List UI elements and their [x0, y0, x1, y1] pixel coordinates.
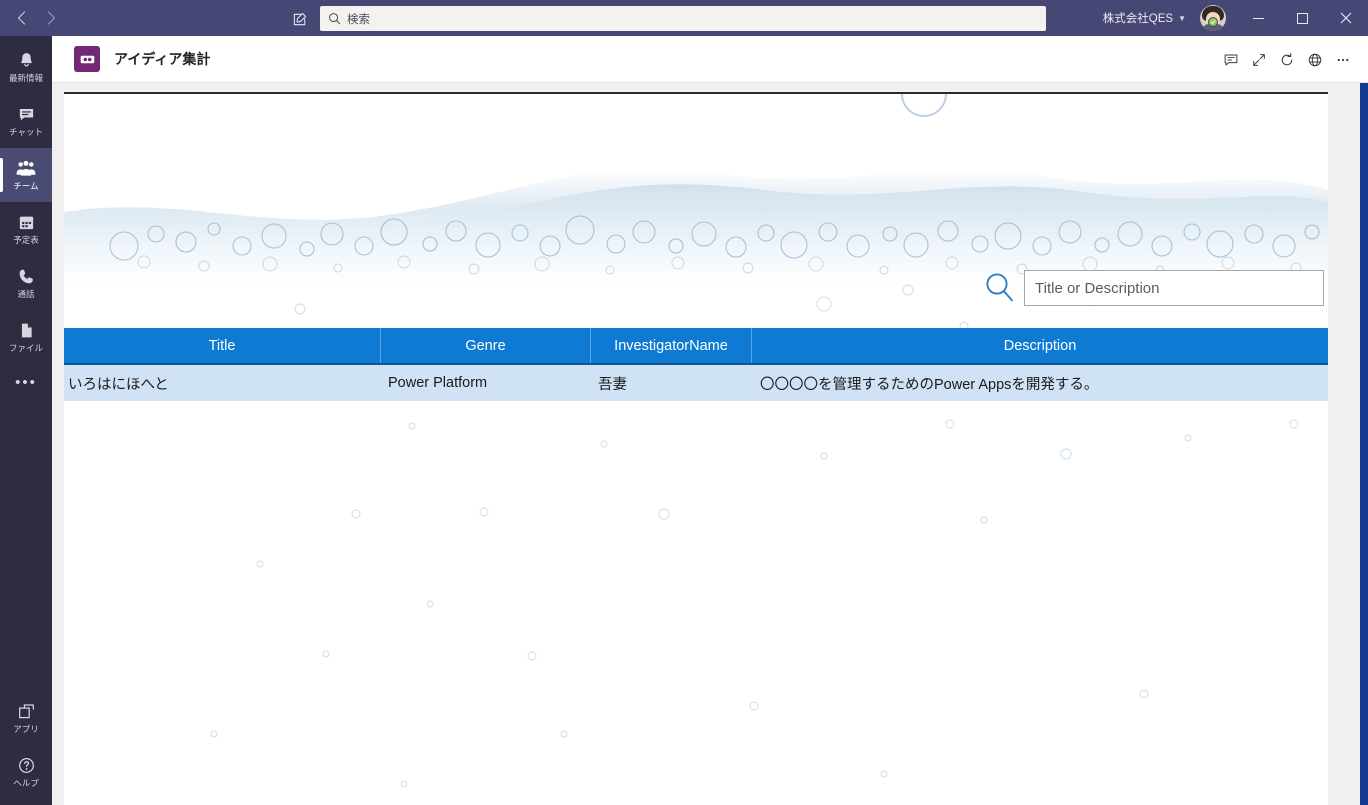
sidebar-more-button[interactable]: ••• — [0, 364, 52, 400]
org-switcher[interactable]: 株式会社QES ▼ — [1103, 10, 1188, 26]
water-splash-background — [64, 94, 1328, 805]
avatar[interactable] — [1200, 5, 1226, 31]
column-header-investigatorname[interactable]: InvestigatorName — [591, 328, 752, 363]
sidebar-label-activity: 最新情報 — [8, 73, 43, 83]
title-bar-right: 株式会社QES ▼ — [1103, 0, 1368, 36]
sidebar-label-files: ファイル — [8, 343, 43, 353]
teams-icon — [15, 158, 37, 179]
sidebar-item-help[interactable]: ヘルプ — [0, 745, 52, 799]
canvas-search-group — [982, 270, 1324, 306]
sidebar-label-teams: チーム — [13, 181, 39, 191]
rail-top-items: 最新情報 チャット チーム 予定表 通話 ファイル ••• — [0, 36, 52, 400]
app-canvas-wrapper: Title Genre InvestigatorName Description… — [52, 83, 1368, 805]
chat-icon — [17, 104, 36, 125]
power-app-canvas: Title Genre InvestigatorName Description… — [64, 92, 1328, 805]
apps-icon — [17, 701, 36, 722]
cell-title: いろはにほへと — [68, 376, 169, 393]
teams-search-box[interactable]: 検索 — [320, 6, 1046, 31]
cell-description: 〇〇〇〇を管理するためのPower Appsを開発する。 — [760, 376, 1099, 393]
refresh-icon[interactable] — [1274, 47, 1300, 73]
compose-icon[interactable] — [288, 8, 312, 30]
sidebar-item-files[interactable]: ファイル — [0, 310, 52, 364]
org-name-label: 株式会社QES — [1102, 13, 1174, 25]
column-header-description[interactable]: Description — [752, 328, 1328, 363]
scrollbar-thumb[interactable] — [1360, 83, 1368, 805]
sidebar-item-apps[interactable]: アプリ — [0, 691, 52, 745]
back-icon[interactable] — [6, 3, 36, 33]
sidebar-item-activity[interactable]: 最新情報 — [0, 40, 52, 94]
help-icon — [17, 755, 36, 776]
search-magnifier-icon[interactable] — [982, 270, 1018, 306]
search-icon — [328, 12, 341, 25]
globe-icon[interactable] — [1302, 47, 1328, 73]
vertical-scrollbar[interactable] — [1360, 83, 1368, 805]
sidebar-item-chat[interactable]: チャット — [0, 94, 52, 148]
cell-genre: Power Platform — [388, 375, 488, 391]
sidebar-label-apps: アプリ — [13, 724, 39, 734]
chevron-down-icon: ▼ — [1178, 13, 1186, 23]
column-header-genre[interactable]: Genre — [381, 328, 591, 363]
app-header-actions — [1218, 36, 1356, 83]
sidebar-item-calls[interactable]: 通話 — [0, 256, 52, 310]
bell-icon — [17, 50, 36, 71]
feedback-icon[interactable] — [1218, 47, 1244, 73]
phone-icon — [17, 266, 36, 287]
sidebar-label-help: ヘルプ — [13, 778, 39, 788]
maximize-button[interactable] — [1280, 0, 1324, 36]
sidebar-label-chat: チャット — [9, 127, 43, 137]
close-button[interactable] — [1324, 0, 1368, 36]
navigation-arrows — [6, 3, 66, 33]
column-header-title[interactable]: Title — [64, 328, 381, 363]
table-row[interactable]: いろはにほへと Power Platform 吾妻 〇〇〇〇を管理するためのPo… — [64, 365, 1328, 401]
app-header: アイディア集計 — [52, 36, 1368, 83]
presence-available-icon — [1208, 17, 1218, 27]
sidebar-item-teams[interactable]: チーム — [0, 148, 52, 202]
left-rail: 最新情報 チャット チーム 予定表 通話 ファイル ••• アプリ ヘルプ — [0, 36, 52, 805]
search-input[interactable] — [1024, 270, 1324, 306]
power-apps-icon — [74, 46, 100, 72]
teams-window: 検索 株式会社QES ▼ 最新情報 チャット チーム 予定表 通話 ファイル •… — [0, 0, 1368, 805]
cell-investigatorname: 吾妻 — [598, 376, 627, 393]
results-table: Title Genre InvestigatorName Description… — [64, 328, 1328, 401]
page-title: アイディア集計 — [114, 51, 211, 67]
calendar-icon — [17, 212, 36, 233]
file-icon — [17, 320, 36, 341]
sidebar-label-calendar: 予定表 — [13, 235, 39, 245]
sidebar-item-calendar[interactable]: 予定表 — [0, 202, 52, 256]
teams-search-placeholder: 検索 — [347, 13, 370, 26]
sidebar-label-calls: 通話 — [17, 289, 35, 299]
table-header-row: Title Genre InvestigatorName Description — [64, 328, 1328, 365]
rail-bottom-items: アプリ ヘルプ — [0, 691, 52, 799]
minimize-button[interactable] — [1236, 0, 1280, 36]
title-bar: 検索 株式会社QES ▼ — [0, 0, 1368, 36]
collapse-icon[interactable] — [1246, 47, 1272, 73]
more-options-icon[interactable] — [1330, 47, 1356, 73]
forward-icon[interactable] — [36, 3, 66, 33]
